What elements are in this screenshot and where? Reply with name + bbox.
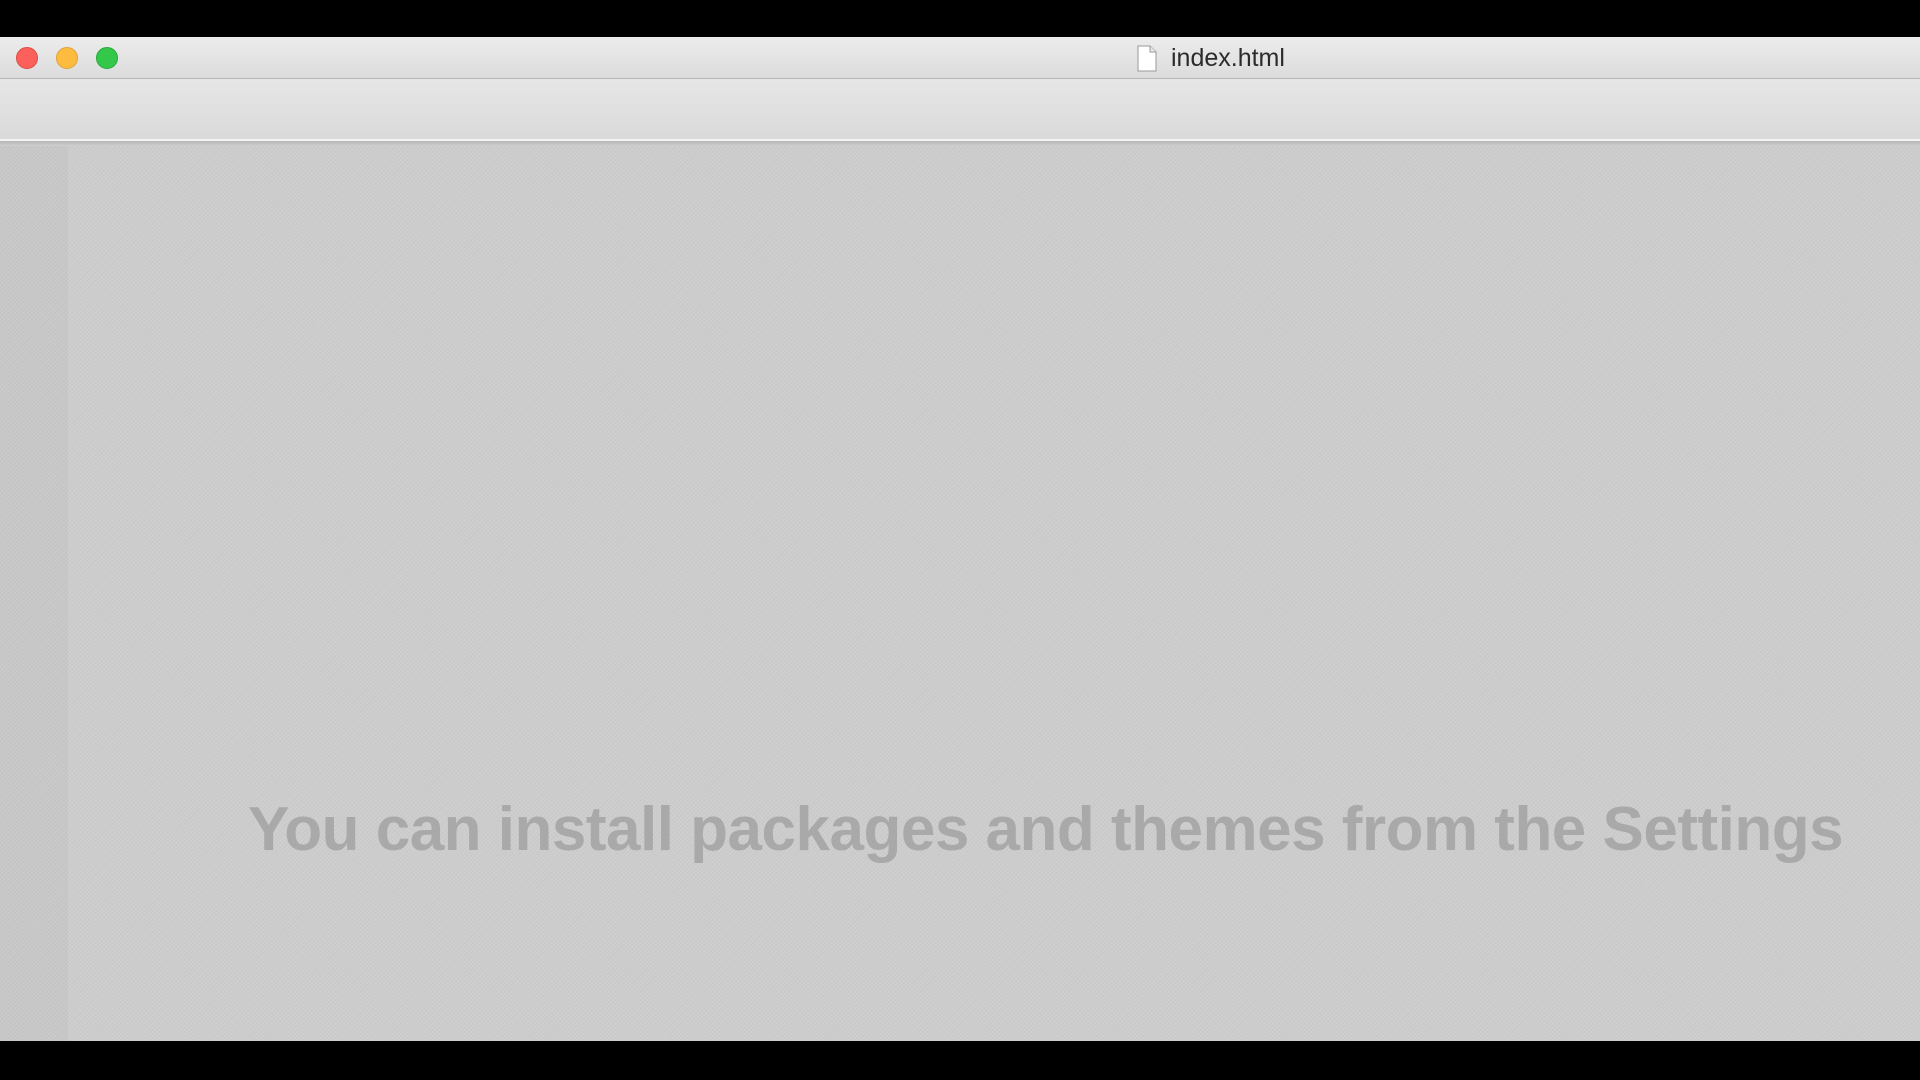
- close-window-button[interactable]: [16, 47, 38, 69]
- toolbar: [0, 79, 1920, 141]
- minimize-window-button[interactable]: [56, 47, 78, 69]
- screen: index.html You can install packages and …: [0, 0, 1920, 1080]
- editor-area[interactable]: You can install packages and themes from…: [0, 146, 1920, 1041]
- editor-gutter: [0, 146, 68, 1041]
- app-window: index.html You can install packages and …: [0, 37, 1920, 1041]
- empty-editor-message: You can install packages and themes from…: [248, 795, 1844, 864]
- document-icon: [1137, 45, 1157, 71]
- zoom-window-button[interactable]: [96, 47, 118, 69]
- window-title-group: index.html: [1137, 37, 1285, 79]
- title-bar[interactable]: index.html: [0, 37, 1920, 79]
- window-title: index.html: [1171, 43, 1285, 72]
